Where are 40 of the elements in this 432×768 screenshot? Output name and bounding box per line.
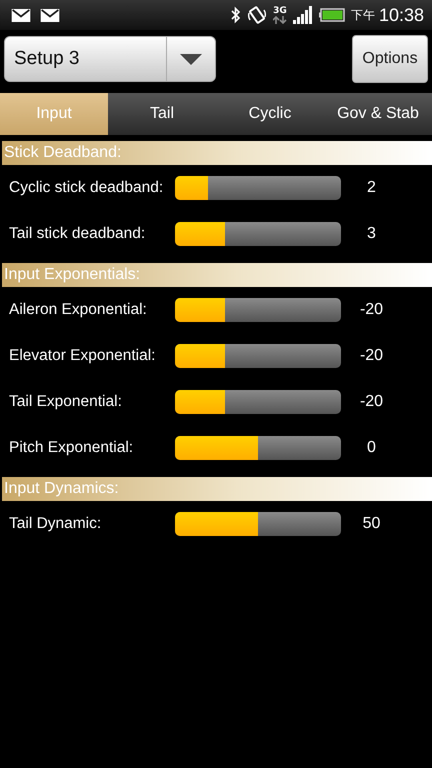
setting-value: -20 <box>358 301 384 319</box>
setting-label: Tail Dynamic: <box>9 514 102 534</box>
setting-label: Tail Exponential: <box>9 392 123 412</box>
ampm-label: 下午 <box>350 6 375 24</box>
setup-dropdown[interactable]: Setup 3 <box>4 36 216 82</box>
setting-value: -20 <box>358 347 384 365</box>
rotate-phone-icon <box>246 5 267 25</box>
section-header: Input Dynamics: <box>2 477 432 501</box>
setting-value: -20 <box>358 393 384 411</box>
options-button[interactable]: Options <box>352 35 428 83</box>
slider[interactable] <box>175 222 341 246</box>
slider[interactable] <box>175 436 341 460</box>
slider[interactable] <box>175 390 341 414</box>
tab[interactable]: Gov & Stab <box>324 93 432 135</box>
slider[interactable] <box>175 176 341 200</box>
battery-icon <box>318 8 345 22</box>
signal-icon <box>292 6 313 24</box>
slider[interactable] <box>175 344 341 368</box>
setting-value: 3 <box>366 225 377 243</box>
setting-label: Aileron Exponential: <box>9 300 148 320</box>
setting-value: 2 <box>366 179 377 197</box>
section-header: Stick Deadband: <box>2 141 432 165</box>
tab[interactable]: Tail <box>108 93 216 135</box>
mail-icon <box>40 8 60 22</box>
data-arrows-icon <box>272 16 287 24</box>
dropdown-arrow-icon <box>180 54 202 64</box>
mail-icon <box>11 8 31 22</box>
network-type: 3G <box>273 6 287 16</box>
setting-label: Cyclic stick deadband: <box>9 178 164 198</box>
setting-label: Tail stick deadband: <box>9 224 146 244</box>
clock-time: 10:38 <box>378 4 424 26</box>
setting-label: Pitch Exponential: <box>9 438 134 458</box>
section-header: Input Exponentials: <box>2 263 432 287</box>
tab[interactable]: Cyclic <box>216 93 324 135</box>
slider[interactable] <box>175 298 341 322</box>
setting-value: 0 <box>366 439 377 457</box>
setting-label: Elevator Exponential: <box>9 346 156 366</box>
bluetooth-icon <box>230 6 241 24</box>
setting-value: 50 <box>362 515 382 533</box>
slider[interactable] <box>175 512 341 536</box>
